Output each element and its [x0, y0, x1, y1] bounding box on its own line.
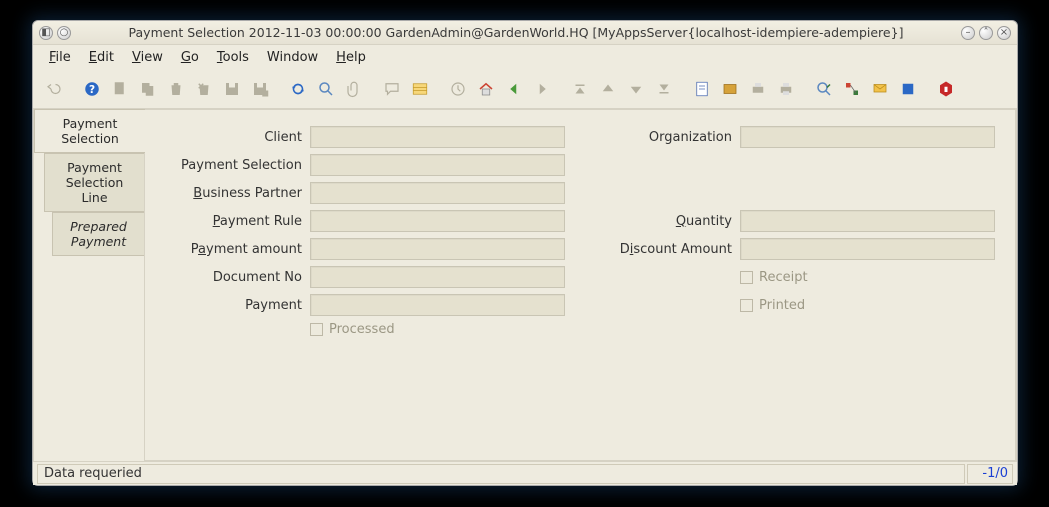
- minimize-icon[interactable]: –: [961, 26, 975, 40]
- first-icon[interactable]: [567, 76, 593, 102]
- product-info-icon[interactable]: [895, 76, 921, 102]
- tab-prepared-payment[interactable]: Prepared Payment: [52, 212, 144, 256]
- window-menu-icon[interactable]: ◧: [39, 26, 53, 40]
- field-payment-amount[interactable]: [310, 238, 565, 260]
- checkbox-icon: [740, 271, 753, 284]
- field-payment-selection[interactable]: [310, 154, 565, 176]
- field-client[interactable]: [310, 126, 565, 148]
- label-payment-rule: Payment Rule: [165, 214, 310, 229]
- archive-icon[interactable]: [717, 76, 743, 102]
- tab-label: Payment: [51, 160, 138, 175]
- exit-icon[interactable]: [933, 76, 959, 102]
- content-area: Payment Selection Payment Selection Line…: [33, 109, 1017, 461]
- checkbox-icon: [310, 323, 323, 336]
- chat-icon[interactable]: [379, 76, 405, 102]
- refresh-icon[interactable]: [285, 76, 311, 102]
- request-icon[interactable]: [867, 76, 893, 102]
- checkbox-printed[interactable]: Printed: [740, 298, 995, 313]
- title-bar: ◧ ○ Payment Selection 2012-11-03 00:00:0…: [33, 21, 1017, 45]
- tab-label: Selection Line: [51, 175, 138, 205]
- field-document-no[interactable]: [310, 266, 565, 288]
- find-icon[interactable]: [313, 76, 339, 102]
- attachment-icon[interactable]: [341, 76, 367, 102]
- back-icon[interactable]: [501, 76, 527, 102]
- menu-bar: File Edit View Go Tools Window Help: [33, 45, 1017, 69]
- maximize-icon[interactable]: ˄: [979, 26, 993, 40]
- label-organization: Organization: [615, 130, 740, 145]
- label-document-no: Document No: [165, 270, 310, 285]
- zoom-across-icon[interactable]: [811, 76, 837, 102]
- home-icon[interactable]: [473, 76, 499, 102]
- copy-icon[interactable]: [135, 76, 161, 102]
- label-client: Client: [165, 130, 310, 145]
- window-controls-right: – ˄ ×: [961, 26, 1011, 40]
- form-panel: Client Organization Payment Selection Bu…: [144, 109, 1016, 461]
- grid-toggle-icon[interactable]: [407, 76, 433, 102]
- menu-help[interactable]: Help: [328, 48, 374, 67]
- menu-file[interactable]: File: [41, 48, 79, 67]
- label-discount-amount: Discount Amount: [615, 242, 740, 257]
- menu-go[interactable]: Go: [173, 48, 207, 67]
- print-preview-icon[interactable]: [745, 76, 771, 102]
- label-quantity: Quantity: [615, 214, 740, 229]
- field-discount-amount[interactable]: [740, 238, 995, 260]
- field-payment-rule[interactable]: [310, 210, 565, 232]
- menu-tools[interactable]: Tools: [209, 48, 257, 67]
- label-payment: Payment: [165, 298, 310, 313]
- menu-view[interactable]: View: [124, 48, 171, 67]
- label-payment-selection: Payment Selection: [165, 158, 310, 173]
- workflow-icon[interactable]: [839, 76, 865, 102]
- print-icon[interactable]: [773, 76, 799, 102]
- window-title: Payment Selection 2012-11-03 00:00:00 Ga…: [71, 25, 961, 40]
- field-quantity[interactable]: [740, 210, 995, 232]
- checkbox-processed[interactable]: Processed: [310, 322, 565, 337]
- history-icon[interactable]: [445, 76, 471, 102]
- menu-window[interactable]: Window: [259, 48, 326, 67]
- delete-selection-icon[interactable]: [191, 76, 217, 102]
- toolbar: ?: [33, 69, 1017, 109]
- save-new-icon[interactable]: [247, 76, 273, 102]
- tab-label: Prepared: [59, 219, 138, 234]
- app-window: ◧ ○ Payment Selection 2012-11-03 00:00:0…: [32, 20, 1018, 486]
- new-icon[interactable]: [107, 76, 133, 102]
- forward-icon[interactable]: [529, 76, 555, 102]
- vertical-tabs: Payment Selection Payment Selection Line…: [34, 109, 144, 461]
- label-payment-amount: Payment amount: [165, 242, 310, 257]
- form-grid: Client Organization Payment Selection Bu…: [165, 126, 995, 337]
- tab-payment-selection-line[interactable]: Payment Selection Line: [44, 153, 144, 212]
- status-message: Data requeried: [37, 464, 965, 484]
- close-icon[interactable]: ×: [997, 26, 1011, 40]
- last-icon[interactable]: [651, 76, 677, 102]
- down-icon[interactable]: [623, 76, 649, 102]
- field-organization[interactable]: [740, 126, 995, 148]
- checkbox-label: Printed: [759, 298, 805, 313]
- checkbox-label: Processed: [329, 322, 395, 337]
- help-icon[interactable]: ?: [79, 76, 105, 102]
- checkbox-icon: [740, 299, 753, 312]
- checkbox-receipt[interactable]: Receipt: [740, 270, 995, 285]
- undo-icon[interactable]: [41, 76, 67, 102]
- window-controls-left: ◧ ○: [39, 26, 71, 40]
- window-shade-icon[interactable]: ○: [57, 26, 71, 40]
- save-icon[interactable]: [219, 76, 245, 102]
- field-business-partner[interactable]: [310, 182, 565, 204]
- status-position: -1/0: [967, 464, 1013, 484]
- field-payment[interactable]: [310, 294, 565, 316]
- svg-text:?: ?: [89, 83, 95, 95]
- tab-label: Payment: [59, 234, 138, 249]
- tab-label: Payment: [41, 116, 139, 131]
- up-icon[interactable]: [595, 76, 621, 102]
- menu-edit[interactable]: Edit: [81, 48, 122, 67]
- tab-label: Selection: [41, 131, 139, 146]
- delete-icon[interactable]: [163, 76, 189, 102]
- tab-payment-selection[interactable]: Payment Selection: [34, 109, 145, 153]
- label-business-partner: Business Partner: [165, 186, 310, 201]
- report-icon[interactable]: [689, 76, 715, 102]
- status-bar: Data requeried -1/0: [33, 461, 1017, 485]
- checkbox-label: Receipt: [759, 270, 808, 285]
